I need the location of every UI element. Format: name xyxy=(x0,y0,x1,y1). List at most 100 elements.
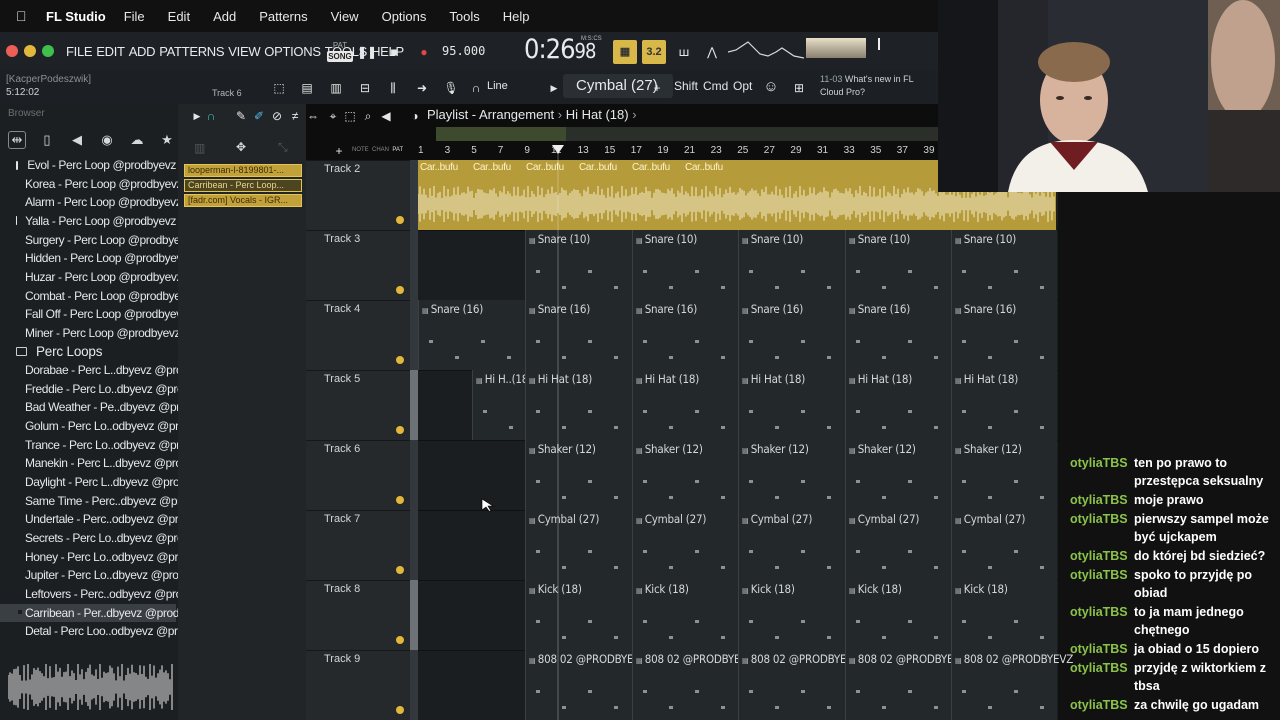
fl-menu-add[interactable]: ADD xyxy=(129,44,156,59)
pattern-clip[interactable]: Snare (16) xyxy=(738,300,845,370)
browser-folder[interactable]: Perc Loops xyxy=(0,343,176,361)
audio-clip-icon[interactable]: ✥ xyxy=(236,140,246,154)
browser-file[interactable]: Evol - Perc Loop @prodbyevz xyxy=(0,156,176,174)
close-window-button[interactable] xyxy=(6,45,18,57)
picker-clip[interactable]: [fadr.com] Vocals - IGR... xyxy=(184,194,302,207)
fl-menu-file[interactable]: FILE xyxy=(66,44,93,59)
fl-menu-options[interactable]: OPTIONS xyxy=(264,44,321,59)
pattern-clip[interactable]: 808 02 @PRODBYEVZ xyxy=(951,650,1073,720)
pattern-clip[interactable]: Snare (16) xyxy=(525,300,632,370)
news-panel[interactable]: 11-03 What's new in FL Cloud Pro? xyxy=(820,73,935,99)
pattern-clip[interactable]: Cymbal (27) xyxy=(525,510,632,580)
arrow-right-icon[interactable]: ➜ xyxy=(411,78,433,98)
playlist-icon[interactable]: ▤ xyxy=(296,78,318,98)
app-name[interactable]: FL Studio xyxy=(46,9,106,24)
pattern-clip[interactable]: Hi Hat (18) xyxy=(525,370,632,440)
pattern-clip[interactable]: Hi Hat (18) xyxy=(845,370,951,440)
browser-file[interactable]: Surgery - Perc Loop @prodbyevz xyxy=(0,231,192,249)
browser-file[interactable]: Undertale - Perc..odbyevz @prodbufu xyxy=(0,510,213,528)
speaker-icon[interactable]: ◀ xyxy=(68,132,86,148)
fl-menu-view[interactable]: VIEW xyxy=(228,44,260,59)
track-header[interactable]: Track 6 xyxy=(306,440,412,510)
track-grip[interactable] xyxy=(410,440,418,510)
browser-file[interactable]: Same Time - Perc..dbyevz @prodbufu xyxy=(0,492,215,510)
browser-file[interactable]: Bad Weather - Pe..dbyevz @prodbufu xyxy=(0,398,215,416)
pattern-clip[interactable]: Shaker (12) xyxy=(525,440,632,510)
metronome-icon[interactable]: ⋀ xyxy=(701,42,723,62)
browser-file[interactable]: Dorabae - Perc L..dbyevz @prodbufu xyxy=(0,361,211,379)
browser-file[interactable]: Golum - Perc Lo..odbyevz @prodbufu xyxy=(0,417,213,435)
track-header[interactable]: Track 9 xyxy=(306,650,412,720)
menu-patterns[interactable]: Patterns xyxy=(259,9,307,24)
browser-file[interactable]: Freddie - Perc Lo..dbyevz @prodbufu xyxy=(0,380,212,398)
add-track-icon[interactable]: + xyxy=(328,141,350,161)
pattern-clip[interactable]: Snare (10) xyxy=(845,230,951,300)
track-enable-led[interactable] xyxy=(396,706,404,714)
browser-file[interactable]: Detal - Perc Loo..odbyevz @prodbufu xyxy=(0,622,212,640)
track-enable-led[interactable] xyxy=(396,566,404,574)
pattern-clip[interactable]: Kick (18) xyxy=(525,580,632,650)
timeline-loop-region[interactable] xyxy=(436,127,566,141)
tempo-display[interactable]: 95.000 xyxy=(442,40,488,62)
track-enable-led[interactable] xyxy=(396,496,404,504)
automation-icon[interactable]: ⤡ xyxy=(278,140,288,155)
cmd-key[interactable]: Cmd xyxy=(703,79,728,93)
loop-record-icon[interactable]: ꟺ xyxy=(673,42,695,62)
pattern-clip[interactable]: Kick (18) xyxy=(632,580,738,650)
browser-file[interactable]: Daylight - Perc L..dbyevz @prodbufu xyxy=(0,473,208,491)
pattern-clip[interactable]: Cymbal (27) xyxy=(738,510,845,580)
browser-file[interactable]: Jupiter - Perc Lo..dbyevz @prodbufu xyxy=(0,566,207,584)
track-header[interactable]: Track 5 xyxy=(306,370,412,440)
apple-icon[interactable]:  xyxy=(16,9,30,23)
track-grip[interactable] xyxy=(410,370,418,440)
magnet-icon[interactable]: ∩ xyxy=(465,78,487,98)
pattern-clip[interactable]: Cymbal (27) xyxy=(951,510,1057,580)
track-header[interactable]: Track 2 xyxy=(306,160,412,230)
pattern-clip[interactable]: Kick (18) xyxy=(738,580,845,650)
mixer-icon[interactable]: ⫼ xyxy=(382,78,404,98)
menu-view[interactable]: View xyxy=(331,9,359,24)
pattern-clip[interactable]: Hi H..(18) xyxy=(472,370,565,440)
pattern-clip[interactable]: Kick (18) xyxy=(951,580,1057,650)
piano-icon[interactable]: ▥ xyxy=(194,141,205,155)
track-header[interactable]: Track 4 xyxy=(306,300,412,370)
menu-tools[interactable]: Tools xyxy=(449,9,479,24)
pattern-clip[interactable]: Kick (18) xyxy=(845,580,951,650)
stop-button[interactable]: ■ xyxy=(383,42,405,62)
pat-song-toggle[interactable]: PAT SONG xyxy=(327,40,353,64)
add-pattern-icon[interactable]: + xyxy=(646,78,668,98)
browser-file[interactable]: Leftovers - Perc..odbyevz @prodbufu xyxy=(0,585,210,603)
pattern-clip[interactable]: Hi Hat (18) xyxy=(632,370,738,440)
browser-file[interactable]: Alarm - Perc Loop @prodbyevz xyxy=(0,193,182,211)
browser-file[interactable]: Carribean - Per..dbyevz @prodbufu xyxy=(0,603,201,622)
pattern-clip[interactable]: Snare (16) xyxy=(845,300,951,370)
pattern-clip[interactable]: Snare (16) xyxy=(418,300,525,370)
track-grip[interactable] xyxy=(410,650,418,720)
playhead-marker-icon[interactable] xyxy=(552,145,564,154)
microphone-icon[interactable]: 🎙 xyxy=(440,78,462,98)
track-grip[interactable] xyxy=(410,510,418,580)
history-icon[interactable]: ◑ xyxy=(404,106,426,126)
browser-file[interactable]: Trance - Perc Lo..odbyevz @prodbufu xyxy=(0,436,215,454)
pattern-clip[interactable]: 808 02 @PRODBYEVZ xyxy=(845,650,967,720)
countdown-button[interactable]: 3.2 xyxy=(642,40,666,64)
track-enable-led[interactable] xyxy=(396,636,404,644)
magnet-snap-icon[interactable]: ∩ xyxy=(200,106,222,126)
pattern-clip[interactable]: Shaker (12) xyxy=(632,440,738,510)
pattern-clip[interactable]: Snare (10) xyxy=(525,230,632,300)
pattern-clip[interactable]: Cymbal (27) xyxy=(632,510,738,580)
record-button[interactable]: ● xyxy=(413,42,435,62)
pattern-clip[interactable]: Cymbal (27) xyxy=(845,510,951,580)
pattern-clip[interactable]: Snare (10) xyxy=(951,230,1057,300)
pause-button[interactable]: ❚❚ xyxy=(356,42,378,62)
pattern-clip[interactable]: Shaker (12) xyxy=(951,440,1057,510)
pattern-clip[interactable]: Snare (10) xyxy=(632,230,738,300)
star-icon[interactable]: ★ xyxy=(158,132,176,148)
piano-roll-icon[interactable]: ▥ xyxy=(325,78,347,98)
playhead[interactable] xyxy=(557,145,559,720)
menu-help[interactable]: Help xyxy=(503,9,530,24)
picker-clip[interactable]: looperman-l-8199801-... xyxy=(184,164,302,177)
fl-menu-edit[interactable]: EDIT xyxy=(96,44,125,59)
minimize-window-button[interactable] xyxy=(24,45,36,57)
pattern-clip[interactable]: 808 02 @PRODBYEVZ xyxy=(738,650,860,720)
